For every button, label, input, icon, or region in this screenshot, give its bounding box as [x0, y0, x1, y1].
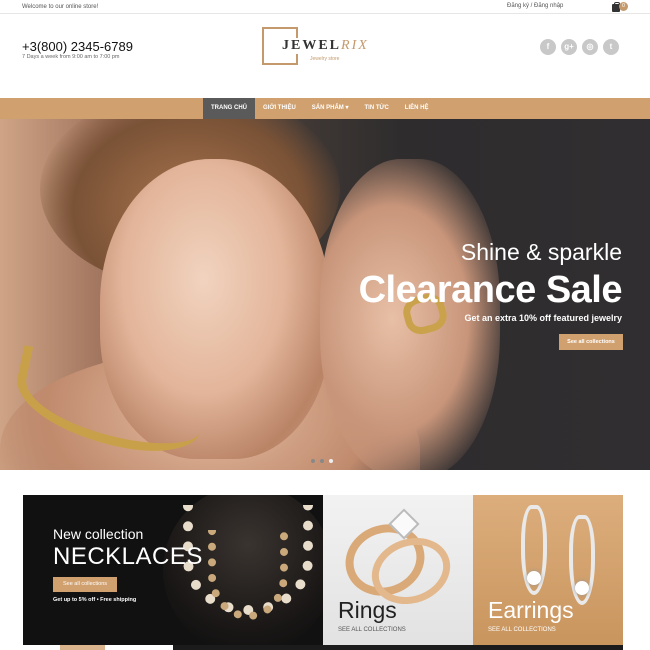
slider-dots: [311, 459, 333, 463]
hero-text: Get an extra 10% off featured jewelry: [464, 313, 622, 323]
next-section-banner: [173, 645, 623, 650]
nav-item-contact[interactable]: LIÊN HỆ: [397, 98, 437, 119]
necklaces-collections-button[interactable]: See all collections: [53, 577, 117, 592]
nav-item-news[interactable]: TIN TỨC: [356, 98, 396, 119]
nav-item-about[interactable]: GIỚI THIỆU: [255, 98, 304, 119]
necklaces-offer-note: Get up to 5% off • Free shipping: [53, 597, 137, 603]
next-section-peek: [0, 645, 650, 650]
twitter-icon[interactable]: t: [603, 39, 619, 55]
cart-count-badge: 0: [619, 2, 628, 11]
social-links: f g+ ◎ t: [540, 39, 619, 55]
slider-dot[interactable]: [320, 459, 324, 463]
rings-title: Rings: [338, 597, 397, 623]
nav-item-home[interactable]: TRANG CHỦ: [203, 98, 255, 119]
hero-collections-button[interactable]: See all collections: [559, 334, 623, 350]
login-register-link[interactable]: Đăng ký / Đăng nhập: [507, 3, 563, 9]
hero-title: Clearance Sale: [358, 269, 623, 311]
cart-button[interactable]: 0: [612, 2, 628, 12]
earring-image: [569, 515, 595, 605]
rings-see-all-link[interactable]: SEE ALL COLLECTIONS: [338, 627, 406, 633]
hero-subtitle: Shine & sparkle: [460, 239, 622, 265]
site-header: +3(800) 2345-6789 7 Days a week from 9:0…: [0, 14, 650, 98]
slider-dot[interactable]: [311, 459, 315, 463]
next-section-image: [60, 645, 105, 650]
earrings-title: Earrings: [488, 597, 574, 623]
main-nav: TRANG CHỦ GIỚI THIỆU SẢN PHẨM ▾ TIN TỨC …: [0, 98, 650, 119]
nav-item-products[interactable]: SẢN PHẨM ▾: [304, 98, 357, 119]
opening-hours: 7 Days a week from 9:00 am to 7:00 pm: [22, 54, 120, 60]
facebook-icon[interactable]: f: [540, 39, 556, 55]
necklaces-subtitle: New collection: [53, 526, 144, 542]
necklaces-title: NECKLACES: [53, 543, 203, 570]
necklaces-card[interactable]: New collection NECKLACES See all collect…: [23, 495, 323, 645]
site-logo[interactable]: JEWELRIX Jewelry store: [262, 27, 382, 79]
earrings-card[interactable]: Earrings SEE ALL COLLECTIONS: [473, 495, 623, 645]
logo-wordmark: JEWELRIX: [280, 38, 371, 54]
phone-number: +3(800) 2345-6789: [22, 39, 133, 54]
earring-image: [521, 505, 547, 595]
slider-dot-active[interactable]: [329, 459, 333, 463]
instagram-icon[interactable]: ◎: [582, 39, 598, 55]
necklace-gold-image: [208, 530, 288, 620]
hero-slider: Shine & sparkle Clearance Sale Get an ex…: [0, 119, 650, 470]
rings-card[interactable]: Rings SEE ALL COLLECTIONS: [323, 495, 473, 645]
google-plus-icon[interactable]: g+: [561, 39, 577, 55]
top-bar: Welcome to our online store! Đăng ký / Đ…: [0, 0, 650, 14]
welcome-text: Welcome to our online store!: [22, 4, 99, 10]
earrings-see-all-link[interactable]: SEE ALL COLLECTIONS: [488, 627, 556, 633]
logo-tagline: Jewelry store: [310, 56, 340, 62]
